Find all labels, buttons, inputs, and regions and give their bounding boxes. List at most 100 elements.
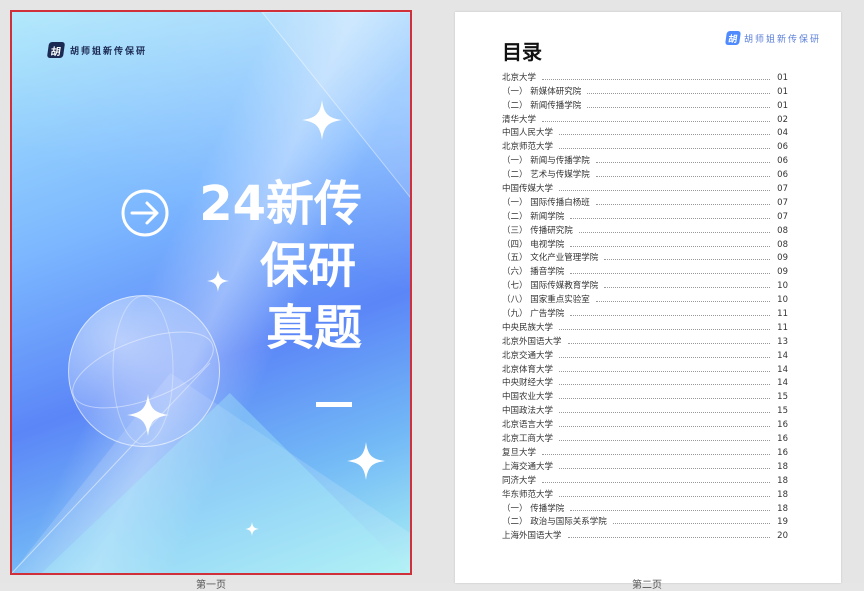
toc-entry-page: 04: [777, 128, 788, 139]
toc-entry-page: 14: [777, 350, 788, 361]
toc-entry-page: 07: [777, 197, 788, 208]
toc-entry-page: 18: [777, 475, 788, 486]
toc-entry-page: 09: [777, 267, 788, 278]
toc-entry[interactable]: （二） 新闻传播学院 01: [502, 97, 788, 111]
toc-entry-label: （三） 传播研究院: [502, 225, 573, 236]
toc-entry[interactable]: 北京大学 01: [502, 69, 788, 83]
toc-leader-dots: [567, 537, 770, 539]
toc-entry-page: 06: [777, 170, 788, 181]
toc-leader-dots: [559, 440, 770, 442]
toc-logo: 胡 胡师姐新传保研: [725, 31, 821, 45]
toc-entry[interactable]: 北京体育大学 14: [502, 361, 788, 375]
toc-entry-page: 18: [777, 461, 788, 472]
toc-leader-dots: [570, 217, 770, 219]
toc-entry[interactable]: 北京语言大学 16: [502, 416, 788, 430]
toc-entry[interactable]: （一） 国际传播白杨班 07: [502, 194, 788, 208]
toc-entry[interactable]: 中国农业大学 15: [502, 388, 788, 402]
toc-entry-label: （八） 国家重点实验室: [502, 295, 590, 306]
toc-entry-label: （二） 新闻学院: [502, 211, 565, 222]
toc-entry-label: 北京工商大学: [502, 434, 554, 445]
toc-entry[interactable]: 北京交通大学 14: [502, 347, 788, 361]
toc-leader-dots: [559, 467, 770, 469]
toc-entry-label: 上海交通大学: [502, 461, 554, 472]
toc-entry[interactable]: 北京工商大学 16: [502, 430, 788, 444]
toc-entry-page: 20: [777, 531, 788, 542]
toc-entry[interactable]: 上海交通大学 18: [502, 458, 788, 472]
cover-logo-text: 胡师姐新传保研: [70, 46, 148, 57]
toc-entry-page: 06: [777, 142, 788, 153]
toc-entry[interactable]: 清华大学 02: [502, 111, 788, 125]
toc-entry[interactable]: 上海外国语大学 20: [502, 527, 788, 541]
toc-entry[interactable]: 中央财经大学 14: [502, 375, 788, 388]
toc-entry[interactable]: （九） 广告学院 11: [502, 305, 788, 319]
toc-entry[interactable]: 中国人民大学 04: [502, 125, 788, 139]
cover-page-caption: 第一页: [196, 580, 226, 591]
toc-entry[interactable]: （一） 传播学院 18: [502, 500, 788, 514]
toc-leader-dots: [542, 453, 770, 455]
toc-entry-page: 11: [777, 322, 788, 333]
toc-leader-dots: [612, 523, 770, 525]
toc-entry[interactable]: 华东师范大学 18: [502, 486, 788, 500]
cover-page-thumbnail[interactable]: 胡 胡师姐新传保研 24新传 保研 真题: [10, 10, 412, 575]
toc-entry[interactable]: 北京外国语大学 13: [502, 333, 788, 347]
toc-entry-page: 19: [777, 517, 788, 528]
toc-entry-page: 09: [777, 253, 788, 264]
toc-leader-dots: [570, 509, 770, 511]
toc-entry[interactable]: （一） 新闻与传播学院 06: [502, 152, 788, 166]
toc-leader-dots: [542, 78, 770, 80]
toc-page-thumbnail[interactable]: 目录 胡 胡师姐新传保研 北京大学 01 （一） 新媒体研究院 01 （二） 新闻传播学…: [455, 12, 841, 583]
toc-entry-label: 中国传媒大学: [502, 184, 554, 195]
toc-leader-dots: [542, 120, 770, 122]
toc-entry-label: 北京大学: [502, 72, 537, 83]
toc-entry[interactable]: 北京师范大学 06: [502, 138, 788, 152]
toc-entry[interactable]: （七） 国际传媒教育学院 10: [502, 277, 788, 291]
toc-leader-dots: [587, 92, 770, 94]
toc-entry-page: 13: [777, 336, 788, 347]
toc-entry[interactable]: （六） 播音学院 09: [502, 263, 788, 277]
toc-entry[interactable]: （五） 文化产业管理学院 09: [502, 250, 788, 264]
toc-leader-dots: [604, 287, 770, 289]
toc-entry[interactable]: 中央民族大学 11: [502, 319, 788, 333]
toc-entry[interactable]: 同济大学 18: [502, 472, 788, 486]
toc-entry-page: 07: [777, 211, 788, 222]
toc-leader-dots: [559, 356, 770, 358]
toc-entry-page: 08: [777, 239, 788, 250]
toc-entry-page: 16: [777, 447, 788, 458]
cover-title-line1: 24新传: [199, 176, 362, 232]
toc-entry-label: 复旦大学: [502, 447, 537, 458]
toc-leader-dots: [559, 328, 770, 330]
sparkle-star-icon: [127, 394, 169, 436]
toc-entry-page: 01: [777, 100, 788, 111]
toc-entry[interactable]: （四） 电视学院 08: [502, 236, 788, 250]
toc-entry[interactable]: （二） 艺术与传媒学院 06: [502, 166, 788, 180]
toc-entry-label: 中国政法大学: [502, 406, 554, 417]
toc-entry-page: 18: [777, 489, 788, 500]
toc-entry-label: 北京外国语大学: [502, 336, 562, 347]
toc-entry-page: 01: [777, 86, 788, 97]
toc-entry-label: （九） 广告学院: [502, 309, 565, 320]
toc-entry-label: 清华大学: [502, 114, 537, 125]
toc-logo-text: 胡师姐新传保研: [743, 34, 821, 45]
toc-entry-label: （一） 新闻与传播学院: [502, 156, 590, 167]
toc-entry[interactable]: 中国传媒大学 07: [502, 180, 788, 194]
toc-entry[interactable]: 复旦大学 16: [502, 444, 788, 458]
toc-entry[interactable]: （二） 新闻学院 07: [502, 208, 788, 222]
toc-entry[interactable]: （三） 传播研究院 08: [502, 222, 788, 236]
toc-leader-dots: [559, 190, 770, 192]
toc-entry-page: 16: [777, 434, 788, 445]
toc-entry-page: 07: [777, 184, 788, 195]
toc-entry[interactable]: （一） 新媒体研究院 01: [502, 83, 788, 97]
toc-entry-label: 北京师范大学: [502, 142, 554, 153]
toc-entry[interactable]: （八） 国家重点实验室 10: [502, 291, 788, 305]
toc-leader-dots: [559, 495, 770, 497]
toc-leader-dots: [559, 134, 770, 136]
toc-entry[interactable]: （二） 政治与国际关系学院 19: [502, 514, 788, 528]
toc-entry-label: （一） 国际传播白杨班: [502, 197, 590, 208]
toc-entry-label: （四） 电视学院: [502, 239, 565, 250]
sparkle-star-icon: [302, 100, 342, 140]
toc-entry-page: 15: [777, 406, 788, 417]
toc-leader-dots: [542, 481, 770, 483]
toc-entry-page: 01: [777, 72, 788, 83]
toc-entry[interactable]: 中国政法大学 15: [502, 402, 788, 416]
toc-entry-page: 10: [777, 295, 788, 306]
